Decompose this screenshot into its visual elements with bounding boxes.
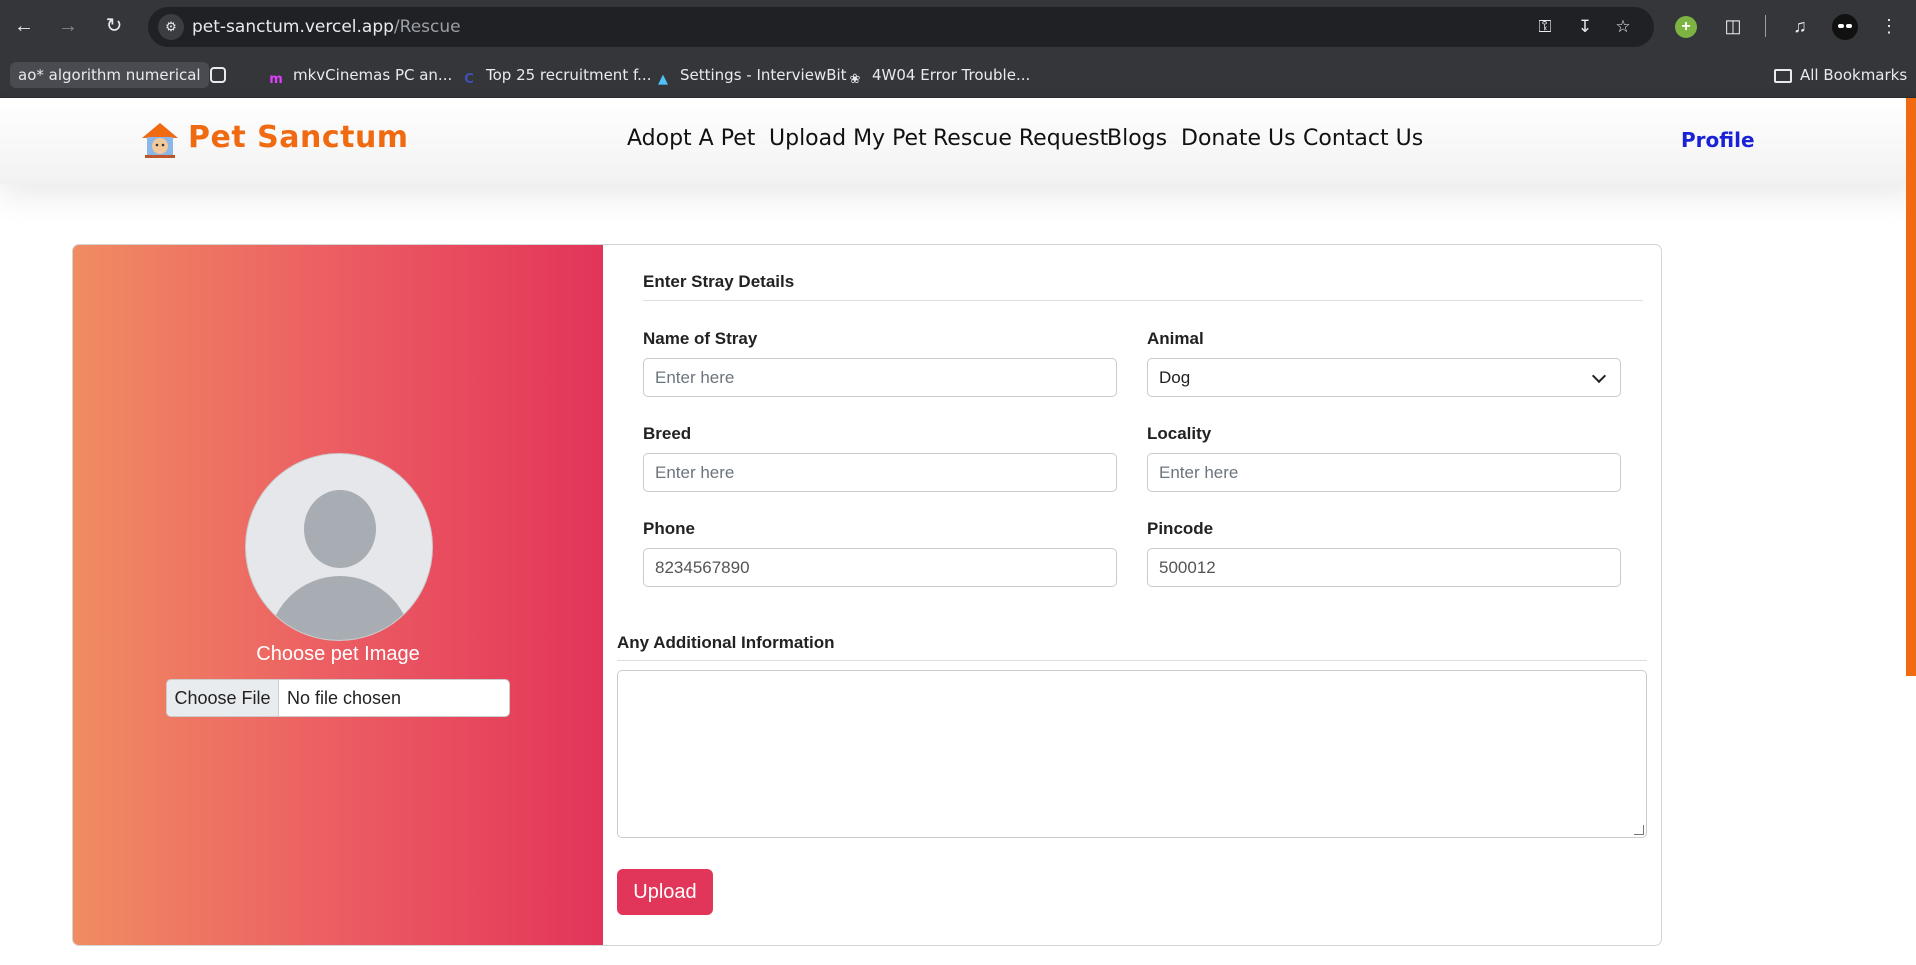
breed-label: Breed [643,424,692,443]
upload-button[interactable]: Upload [617,869,713,915]
pincode-input[interactable]: 500012 [1147,548,1621,587]
phone-label: Phone [643,519,695,538]
pet-house-logo-icon[interactable] [140,120,180,160]
toolbar-divider [1765,15,1766,37]
nav-rescue-request[interactable]: Rescue Request [933,126,1108,151]
nav-blogs[interactable]: Blogs [1107,126,1167,151]
rescue-form-card: Choose pet Image Choose File No file cho… [72,244,1662,946]
mkv-favicon-icon: m [269,72,283,87]
additional-info-label: Any Additional Information [617,633,835,652]
media-queue-icon[interactable]: ♫ [1786,12,1814,40]
pet-image-placeholder-icon [245,453,433,641]
choose-file-button[interactable]: Choose File [167,680,279,716]
name-label: Name of Stray [643,329,758,348]
animal-selected-value: Dog [1159,368,1191,387]
page-scrollbar[interactable] [1906,98,1916,676]
image-upload-panel: Choose pet Image Choose File No file cho… [73,245,603,945]
menu-kebab-icon[interactable]: ⋮ [1875,12,1903,40]
pincode-label: Pincode [1147,519,1214,538]
brand-name[interactable]: Pet Sanctum [188,120,409,155]
bookmark-label: 4W04 Error Trouble... [872,66,1031,84]
nav-donate-us[interactable]: Donate Us [1181,126,1296,151]
bookmark-label: Settings - InterviewBit [680,66,847,84]
extensions-puzzle-icon[interactable]: ◫ [1719,12,1747,40]
browser-toolbar: ← → ↻ ⚙ pet-sanctum.vercel.app/Rescue ⚿ … [0,0,1916,52]
password-key-icon[interactable]: ⚿ [1532,15,1558,39]
reload-icon[interactable]: ↻ [100,12,128,40]
nav-adopt-a-pet[interactable]: Adopt A Pet [627,126,755,151]
section-title: Enter Stray Details [643,272,795,291]
profile-link[interactable]: Profile [1681,128,1755,152]
name-input[interactable]: Enter here [643,358,1117,397]
bookmark-label: mkvCinemas PC an... [293,66,453,84]
recruitment-favicon-icon: C [464,72,474,87]
extension-plus-icon[interactable]: + [1675,16,1697,38]
bookmarks-bar: ao* algorithm numerical m mkvCinemas PC a… [0,52,1916,138]
all-bookmarks-button[interactable]: All Bookmarks [1774,62,1907,88]
section-divider [643,300,1643,301]
resize-handle-icon[interactable] [1634,825,1644,835]
phone-input[interactable]: 8234567890 [643,548,1117,587]
animal-select[interactable]: Dog [1147,358,1621,397]
bookmark-label: ao* algorithm numerical [18,66,201,84]
locality-label: Locality [1147,424,1212,443]
apps-grid-icon[interactable] [210,62,234,88]
locality-input[interactable]: Enter here [1147,453,1621,492]
nav-upload-my-pet[interactable]: Upload My Pet [769,126,927,151]
breed-input[interactable]: Enter here [643,453,1117,492]
profile-avatar-icon[interactable] [1832,14,1858,40]
url-path: /Rescue [393,17,461,37]
openai-favicon-icon: ❀ [849,72,861,87]
additional-info-textarea[interactable] [617,670,1647,838]
install-app-icon[interactable]: ↧ [1572,15,1598,39]
url-host: pet-sanctum.vercel.app [192,17,394,37]
choose-image-label: Choose pet Image [256,643,420,665]
chevron-down-icon [1591,368,1607,384]
address-bar[interactable]: ⚙ pet-sanctum.vercel.app/Rescue ⚿ ↧ ☆ [148,7,1654,47]
bookmark-item[interactable]: ▲ Settings - InterviewBit [654,62,847,88]
bookmark-label: Top 25 recruitment f... [486,66,652,84]
file-status-text: No file chosen [287,688,402,708]
nav-contact-us[interactable]: Contact Us [1303,126,1423,151]
site-header: Pet Sanctum Adopt A Pet Upload My Pet Re… [0,98,1916,184]
interviewbit-favicon-icon: ▲ [658,72,668,87]
bookmark-star-icon[interactable]: ☆ [1610,15,1636,39]
bookmark-item[interactable]: ❀ 4W04 Error Trouble... [846,62,1031,88]
bookmark-item[interactable]: m mkvCinemas PC an... [267,62,452,88]
url-text[interactable]: pet-sanctum.vercel.app/Rescue [192,17,461,37]
forward-icon[interactable]: → [54,12,82,40]
site-settings-icon[interactable]: ⚙ [158,14,184,40]
bookmark-item[interactable]: C Top 25 recruitment f... [460,62,651,88]
pet-image-file-input[interactable]: Choose File No file chosen [166,679,510,717]
all-bookmarks-label: All Bookmarks [1800,66,1908,84]
animal-label: Animal [1147,329,1204,348]
additional-info-divider [617,660,1647,661]
folder-icon [1774,69,1792,83]
bookmark-item[interactable]: ao* algorithm numerical [10,62,209,88]
back-icon[interactable]: ← [10,12,38,40]
